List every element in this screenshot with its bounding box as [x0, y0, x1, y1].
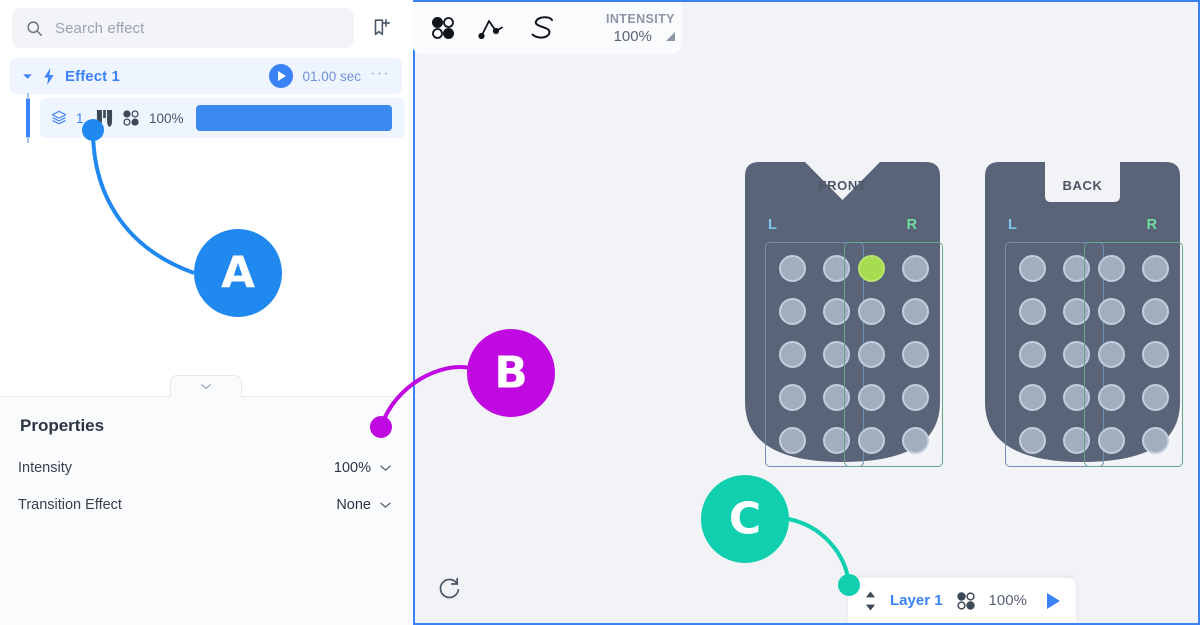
- actuator-dot[interactable]: [902, 341, 929, 368]
- four-dot-pattern-icon[interactable]: [122, 109, 140, 127]
- vest-front-right-group: [844, 242, 943, 467]
- actuator-dot[interactable]: [1098, 384, 1125, 411]
- vest-back-right-group: [1084, 242, 1183, 467]
- actuator-dot[interactable]: [902, 255, 929, 282]
- timeline-layer-row[interactable]: 1 100%: [40, 98, 405, 138]
- actuator-dot[interactable]: [1019, 384, 1046, 411]
- vest-icon[interactable]: [96, 109, 113, 128]
- bookmark-add-icon[interactable]: [364, 11, 398, 45]
- triangle-down-icon[interactable]: [665, 31, 675, 41]
- vest-front-right-label: R: [906, 217, 917, 233]
- actuator-dot[interactable]: [1142, 255, 1169, 282]
- timeline-playhead[interactable]: [26, 93, 30, 143]
- actuator-dot[interactable]: [1142, 427, 1169, 454]
- actuator-dot[interactable]: [779, 427, 806, 454]
- property-transition-dropdown[interactable]: None: [336, 497, 392, 513]
- property-intensity-dropdown[interactable]: 100%: [334, 460, 392, 476]
- preview-canvas[interactable]: FRONT L R BACK L R: [413, 0, 1200, 625]
- toolbar-intensity-label: INTENSITY: [606, 11, 675, 26]
- actuator-dot[interactable]: [1019, 298, 1046, 325]
- chevron-down-icon: [200, 383, 212, 390]
- vest-front-left-label: L: [768, 217, 777, 233]
- actuator-dot[interactable]: [902, 384, 929, 411]
- actuator-dot[interactable]: [858, 341, 885, 368]
- property-value: None: [336, 497, 371, 513]
- search-icon: [26, 20, 43, 37]
- property-label: Intensity: [18, 460, 72, 476]
- properties-collapse-tab[interactable]: [170, 375, 242, 397]
- actuator-dot[interactable]: [779, 255, 806, 282]
- timeline-clip-bar[interactable]: [195, 105, 392, 131]
- layers-icon: [51, 110, 67, 126]
- actuator-dot[interactable]: [858, 384, 885, 411]
- effect-duration: 01.00 sec: [302, 68, 362, 84]
- actuator-dot[interactable]: [1098, 341, 1125, 368]
- property-value: 100%: [333, 460, 371, 476]
- bottom-play-button[interactable]: [1047, 592, 1060, 609]
- up-down-arrows-icon[interactable]: [864, 590, 877, 611]
- effect-title: Effect 1: [65, 67, 120, 85]
- actuator-dot[interactable]: [858, 427, 885, 454]
- vest-back-right-label: R: [1146, 217, 1157, 233]
- effect-more-menu[interactable]: ···: [370, 64, 390, 83]
- actuator-dot[interactable]: [779, 384, 806, 411]
- property-row-transition-effect: Transition Effect None: [18, 494, 392, 516]
- vest-front-title: FRONT: [818, 178, 867, 193]
- actuator-dot[interactable]: [1098, 255, 1125, 282]
- play-icon: [278, 71, 287, 81]
- search-input[interactable]: Search effect: [12, 8, 354, 48]
- toolbar-intensity-value-row: 100%: [614, 28, 675, 45]
- layer-intensity-value: 100%: [149, 110, 184, 126]
- four-dot-pattern-icon[interactable]: [956, 591, 976, 611]
- four-dot-pattern-icon[interactable]: [430, 12, 456, 44]
- toolbar-intensity-control[interactable]: INTENSITY 100%: [606, 12, 675, 45]
- actuator-dot[interactable]: [1142, 341, 1169, 368]
- vest-back-title: BACK: [1062, 178, 1103, 193]
- actuator-dot[interactable]: [1019, 427, 1046, 454]
- search-row: Search effect: [0, 0, 410, 56]
- canvas-toolbar: INTENSITY 100%: [412, 2, 682, 54]
- search-placeholder: Search effect: [55, 19, 145, 37]
- bottom-layer-bar: Layer 1 100%: [848, 578, 1076, 623]
- path-node-icon[interactable]: [478, 12, 506, 44]
- actuator-dot[interactable]: [1142, 298, 1169, 325]
- bottom-layer-name[interactable]: Layer 1: [890, 592, 943, 609]
- bottom-layer-intensity: 100%: [988, 592, 1027, 609]
- chevron-down-icon: [379, 464, 392, 472]
- actuator-dot[interactable]: [1019, 255, 1046, 282]
- actuator-dot[interactable]: [1098, 298, 1125, 325]
- left-panel: Search effect Effect 1 01.00 sec ··· 1 1…: [0, 0, 410, 625]
- actuator-dot[interactable]: [1142, 384, 1169, 411]
- vest-back-left-label: L: [1008, 217, 1017, 233]
- property-label: Transition Effect: [18, 497, 122, 513]
- properties-title: Properties: [20, 416, 105, 435]
- effect-play-button[interactable]: [269, 64, 294, 88]
- lightning-bolt-icon: [42, 67, 56, 85]
- actuator-dot[interactable]: [1019, 341, 1046, 368]
- actuator-dot-active[interactable]: [858, 255, 885, 282]
- toolbar-intensity-value: 100%: [613, 27, 652, 45]
- actuator-dot[interactable]: [902, 427, 929, 454]
- chevron-down-icon[interactable]: [22, 73, 33, 80]
- layer-number: 1: [76, 110, 84, 126]
- freehand-scribble-icon[interactable]: [528, 12, 558, 44]
- property-row-intensity: Intensity 100%: [18, 457, 392, 479]
- app-root: Search effect Effect 1 01.00 sec ··· 1 1…: [0, 0, 1200, 625]
- timeline-layer-row-wrapper: 1 100%: [0, 93, 410, 143]
- chevron-down-icon: [379, 501, 392, 509]
- actuator-dot[interactable]: [902, 298, 929, 325]
- actuator-dot[interactable]: [779, 298, 806, 325]
- effect-header-row[interactable]: Effect 1 01.00 sec ···: [10, 58, 402, 94]
- actuator-dot[interactable]: [1098, 427, 1125, 454]
- refresh-icon[interactable]: [436, 575, 464, 603]
- actuator-dot[interactable]: [858, 298, 885, 325]
- actuator-dot[interactable]: [779, 341, 806, 368]
- properties-panel: Properties Intensity 100% Transition Eff…: [0, 396, 410, 625]
